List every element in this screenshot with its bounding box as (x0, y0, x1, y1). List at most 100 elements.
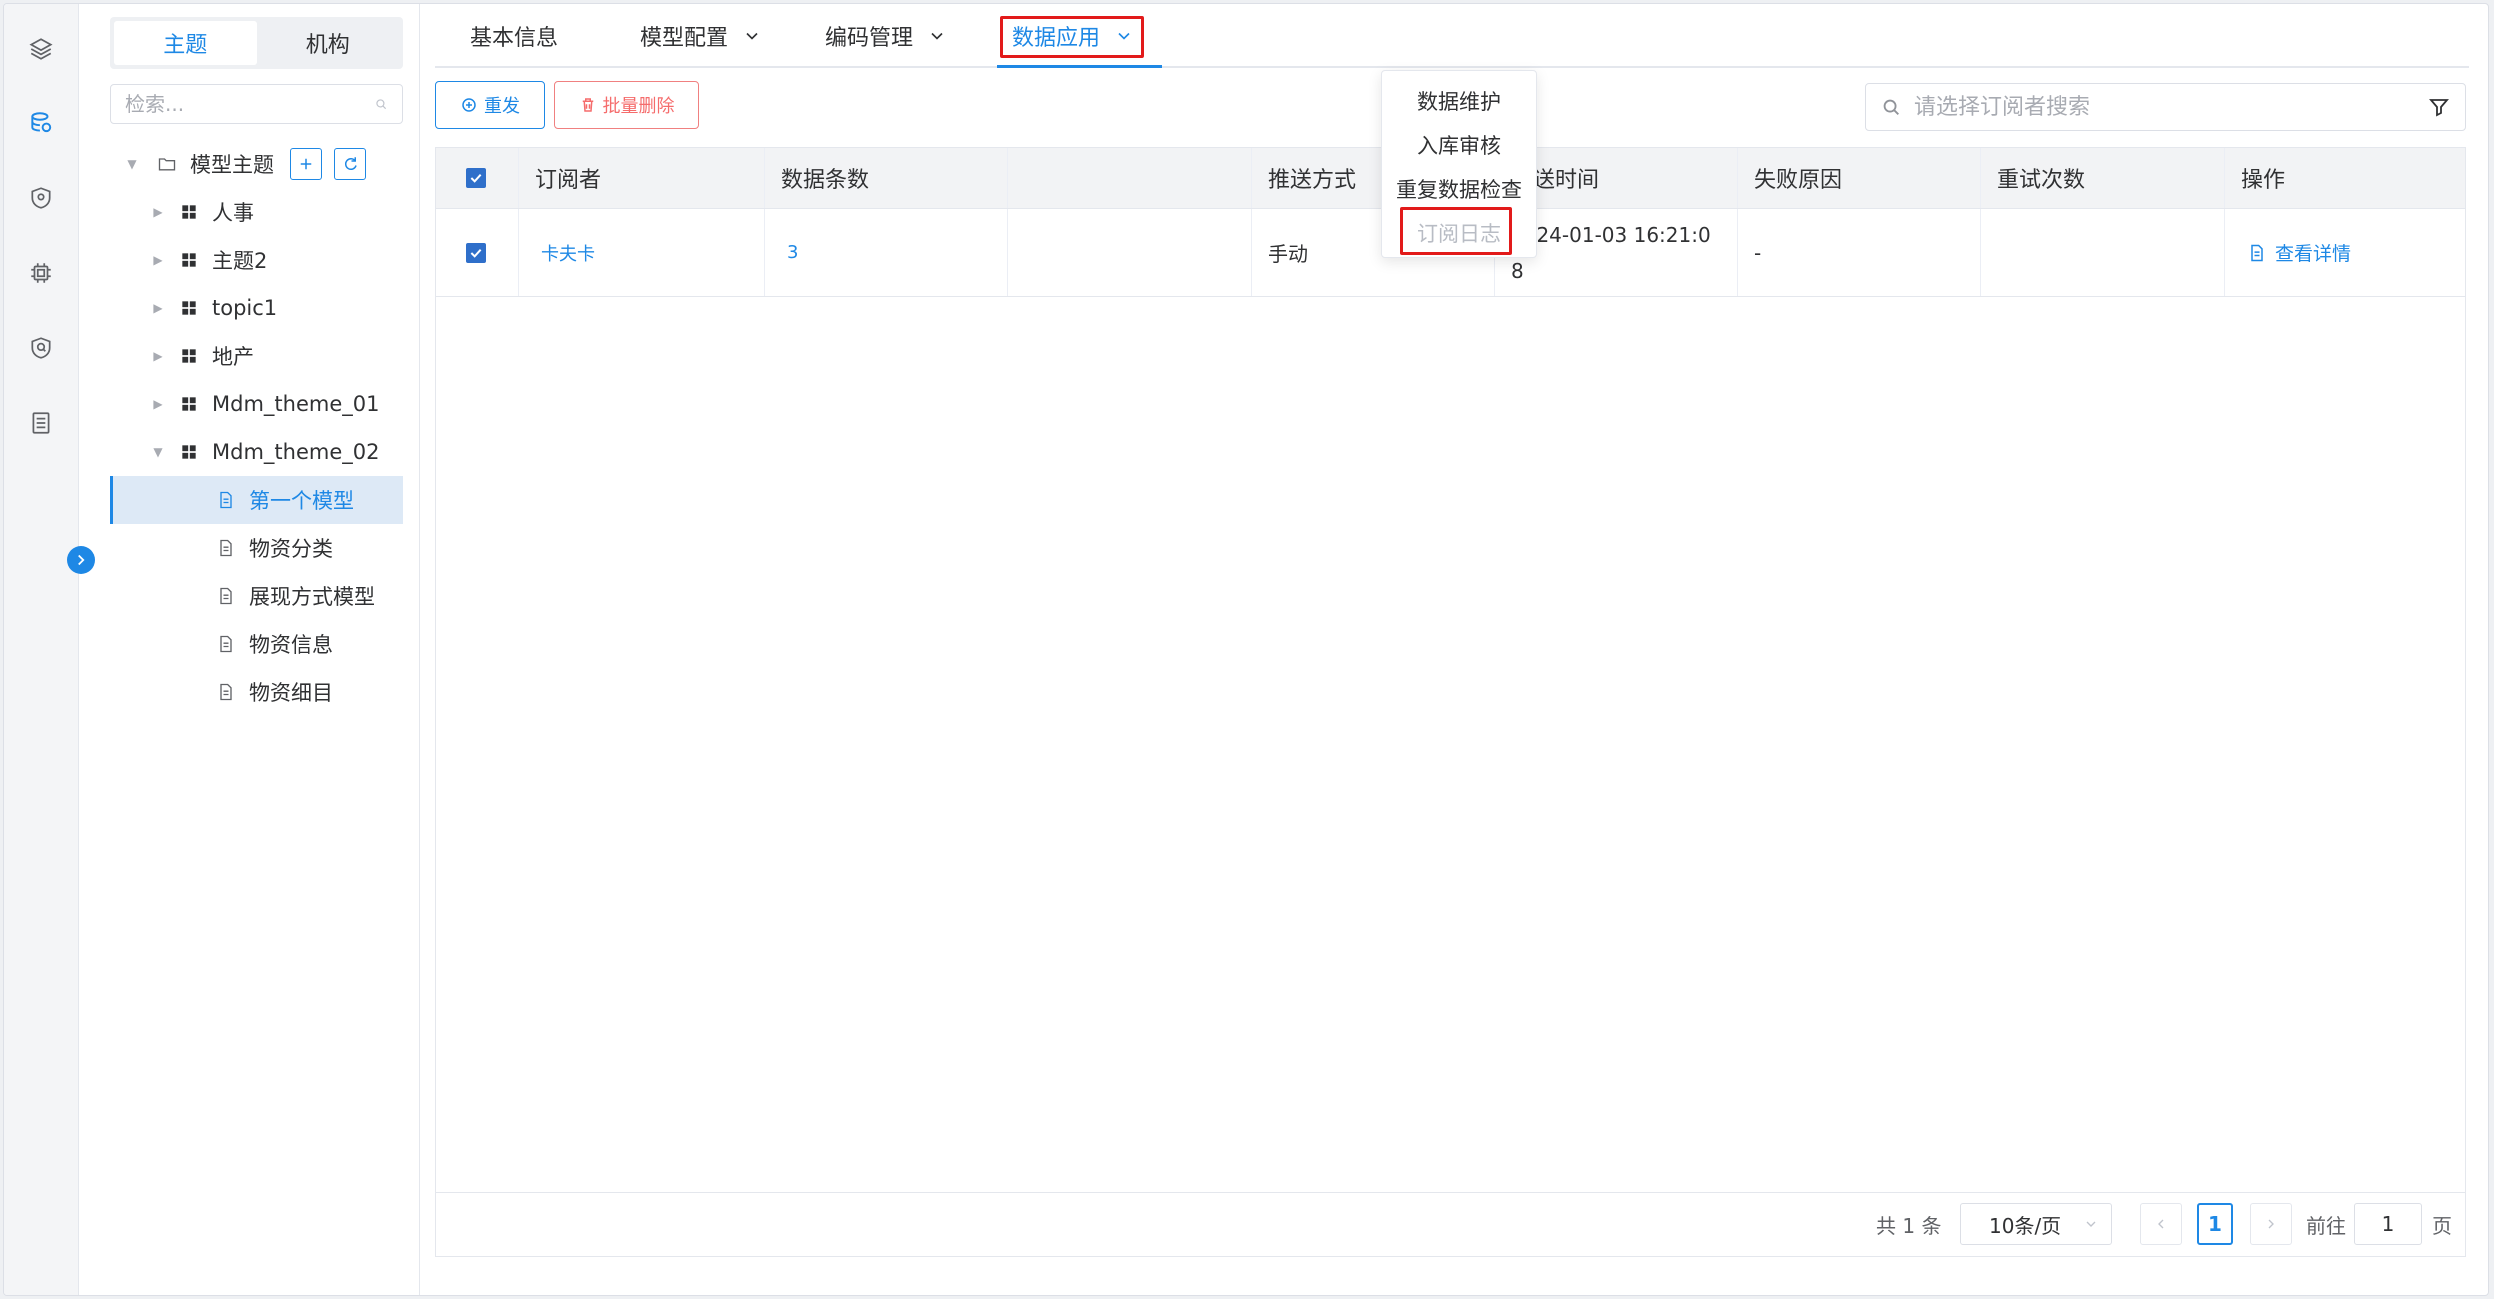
page-size-value: 10条/页 (1989, 1213, 2062, 1238)
menu-item-data-maintenance[interactable]: 数据维护 (1382, 79, 1536, 123)
add-theme-button[interactable] (290, 148, 322, 180)
prev-page-button[interactable] (2140, 1203, 2182, 1245)
pagination: 共 1 条 10条/页 1 前往 1 页 (436, 1192, 2465, 1256)
subscriber-search-input[interactable] (1914, 94, 2427, 120)
tree-node[interactable]: ▶ 主题2 (110, 236, 403, 284)
tree-leaf[interactable]: 展现方式模型 (110, 572, 403, 620)
security-icon[interactable] (26, 333, 56, 363)
tab-code-management[interactable]: 编码管理 (825, 4, 947, 68)
tree-leaf-selected[interactable]: 第一个模型 (110, 476, 403, 524)
resend-label: 重发 (484, 96, 520, 117)
tree-leaf-label: 物资细目 (249, 681, 333, 705)
chevron-down-icon (742, 26, 762, 46)
tree-node-label: Mdm_theme_01 (212, 392, 380, 416)
document-icon (215, 537, 237, 559)
menu-item-subscription-log[interactable]: 订阅日志 (1382, 211, 1536, 255)
layers-icon[interactable] (26, 34, 56, 64)
menu-item-storage-review[interactable]: 入库审核 (1382, 123, 1536, 167)
tree-node[interactable]: ▶ 人事 (110, 188, 403, 236)
select-all-checkbox[interactable] (466, 168, 486, 188)
document-icon (215, 489, 237, 511)
tree-node-label: topic1 (212, 296, 278, 320)
tree-node[interactable]: ▼ Mdm_theme_02 (110, 428, 403, 476)
caret-down-icon[interactable]: ▼ (122, 157, 142, 171)
page-number-current[interactable]: 1 (2197, 1203, 2233, 1245)
refresh-tree-button[interactable] (334, 148, 366, 180)
pager-total: 共 1 条 (1876, 1213, 1942, 1238)
row-checkbox[interactable] (466, 242, 486, 263)
filter-icon[interactable] (2427, 95, 2451, 119)
tab-label: 编码管理 (825, 26, 914, 51)
caret-down-icon[interactable]: ▼ (148, 445, 168, 459)
chip-icon[interactable] (26, 258, 56, 288)
resend-button[interactable]: 重发 (435, 81, 545, 129)
chevron-down-icon (1114, 26, 1134, 46)
caret-right-icon[interactable]: ▶ (148, 205, 168, 219)
chevron-right-icon (2268, 1219, 2274, 1229)
database-icon[interactable] (26, 108, 56, 138)
header-column-hidden (1008, 148, 1252, 208)
refresh-icon (344, 157, 357, 170)
document-icon (215, 633, 237, 655)
tree-node[interactable]: ▶ 地产 (110, 332, 403, 380)
tree-leaf-label: 物资分类 (249, 537, 333, 561)
tab-theme[interactable]: 主题 (114, 21, 257, 65)
tab-org[interactable]: 机构 (257, 21, 400, 65)
tree-leaf-label: 第一个模型 (249, 489, 354, 513)
tree-leaf[interactable]: 物资细目 (110, 668, 403, 716)
header-checkbox-cell (436, 148, 519, 208)
cell-subscriber: 卡夫卡 (519, 209, 765, 296)
tab-basic-info[interactable]: 基本信息 (470, 4, 558, 68)
menu-item-duplicate-check[interactable]: 重复数据检查 (1382, 167, 1536, 211)
goto-page-input[interactable]: 1 (2354, 1203, 2422, 1245)
tab-model-config[interactable]: 模型配置 (640, 4, 762, 68)
view-details-link[interactable]: 查看详情 (2247, 239, 2351, 266)
grid-icon (178, 345, 200, 367)
chevron-down-icon (2086, 1221, 2096, 1227)
next-page-button[interactable] (2250, 1203, 2292, 1245)
plus-icon (300, 158, 312, 170)
caret-right-icon[interactable]: ▶ (148, 253, 168, 267)
page-size-select[interactable]: 10条/页 (1960, 1203, 2112, 1245)
icon-rail (4, 4, 79, 1295)
check-icon (470, 248, 482, 258)
cell-fail-reason: - (1738, 209, 1981, 296)
caret-right-icon[interactable]: ▶ (148, 301, 168, 315)
tab-data-application[interactable]: 数据应用 (1012, 4, 1134, 68)
shield-icon[interactable] (26, 183, 56, 213)
tree-leaf-label: 展现方式模型 (249, 585, 375, 609)
tree-root-label: 模型主题 (190, 153, 274, 177)
batch-delete-button[interactable]: 批量删除 (554, 81, 699, 129)
batch-delete-label: 批量删除 (602, 96, 675, 117)
expand-sidebar-button[interactable] (67, 546, 95, 574)
goto-label: 前往 (2306, 1213, 2346, 1238)
push-time-line-1: 2024-01-03 16:21:0 (1511, 222, 1711, 247)
tree-leaf-label: 物资信息 (249, 633, 333, 657)
caret-right-icon[interactable]: ▶ (148, 397, 168, 411)
tree-search-input[interactable] (125, 92, 374, 116)
tree-node[interactable]: ▶ Mdm_theme_01 (110, 380, 403, 428)
search-icon (376, 99, 387, 110)
tree-leaf[interactable]: 物资分类 (110, 524, 403, 572)
cell-count: 3 (765, 209, 1008, 296)
grid-icon (178, 441, 200, 463)
tree-node[interactable]: ▶ topic1 (110, 284, 403, 332)
tree-node-label: 人事 (212, 201, 254, 225)
tree-leaf[interactable]: 物资信息 (110, 620, 403, 668)
grid-icon (178, 297, 200, 319)
list-doc-icon[interactable] (26, 408, 56, 438)
grid-icon (178, 201, 200, 223)
tree-root[interactable]: ▼ 模型主题 (110, 140, 403, 188)
count-link[interactable]: 3 (787, 242, 798, 263)
header-subscriber: 订阅者 (519, 148, 765, 208)
caret-right-icon[interactable]: ▶ (148, 349, 168, 363)
tree-type-switch: 主题 机构 (110, 17, 403, 69)
subscriber-link[interactable]: 卡夫卡 (541, 240, 595, 266)
trash-icon (582, 98, 593, 112)
tree-search-box (110, 84, 403, 124)
tree-node-label: Mdm_theme_02 (212, 440, 380, 464)
row-checkbox-cell (436, 209, 519, 296)
data-application-menu: 数据维护 入库审核 重复数据检查 订阅日志 (1381, 70, 1537, 258)
tree-node-label: 主题2 (212, 249, 268, 273)
cell-actions: 查看详情 (2225, 209, 2467, 296)
